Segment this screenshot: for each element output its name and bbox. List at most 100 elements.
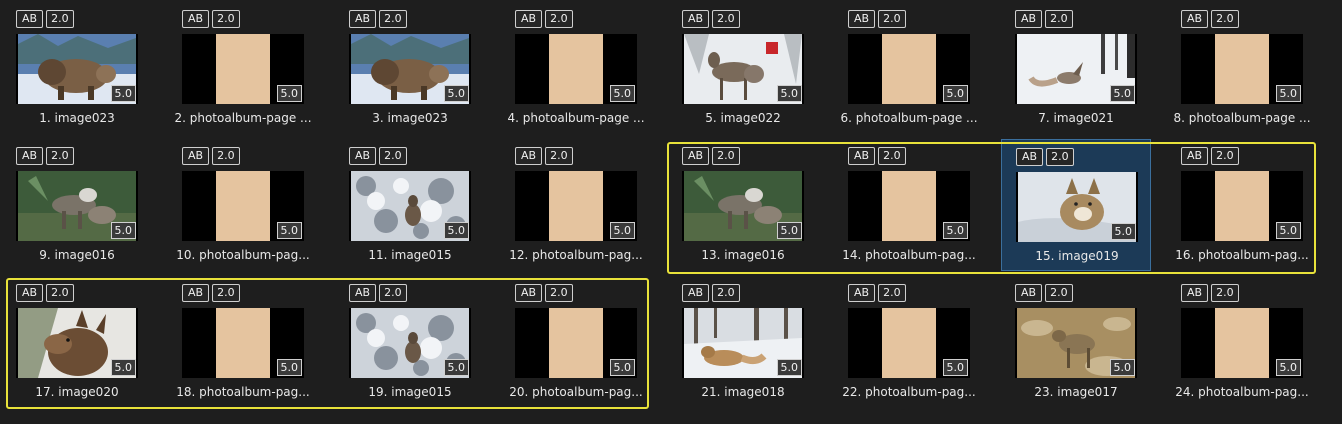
- audio-badge[interactable]: AB: [182, 147, 210, 165]
- storyboard-tile[interactable]: AB 2.0 5.0 8. photoalbum-page ...: [1167, 2, 1317, 134]
- audio-badge[interactable]: AB: [848, 284, 876, 302]
- transition-duration-badge[interactable]: 2.0: [545, 284, 573, 302]
- audio-badge[interactable]: AB: [515, 284, 543, 302]
- storyboard-tile[interactable]: AB 2.0 5.0 23. image017: [1001, 276, 1151, 408]
- slide-duration-badge[interactable]: 5.0: [776, 222, 802, 239]
- slide-duration-badge[interactable]: 5.0: [1110, 223, 1136, 240]
- audio-badge[interactable]: AB: [1016, 148, 1044, 166]
- storyboard-tile[interactable]: AB 2.0 5.0 21. image018: [668, 276, 818, 408]
- slide-duration-badge[interactable]: 5.0: [942, 85, 968, 102]
- transition-duration-badge[interactable]: 2.0: [379, 284, 407, 302]
- audio-badge[interactable]: AB: [682, 147, 710, 165]
- transition-duration-badge[interactable]: 2.0: [46, 147, 74, 165]
- tile-thumbnail[interactable]: 5.0: [682, 34, 804, 104]
- audio-badge[interactable]: AB: [182, 284, 210, 302]
- storyboard-tile[interactable]: AB 2.0 5.0 13. image016: [668, 139, 818, 271]
- slide-duration-badge[interactable]: 5.0: [110, 222, 136, 239]
- audio-badge[interactable]: AB: [16, 147, 44, 165]
- tile-thumbnail[interactable]: 5.0: [515, 171, 637, 241]
- transition-duration-badge[interactable]: 2.0: [1046, 148, 1074, 166]
- slide-duration-badge[interactable]: 5.0: [776, 85, 802, 102]
- tile-thumbnail[interactable]: 5.0: [1181, 308, 1303, 378]
- slide-duration-badge[interactable]: 5.0: [443, 359, 469, 376]
- audio-badge[interactable]: AB: [682, 10, 710, 28]
- transition-duration-badge[interactable]: 2.0: [878, 284, 906, 302]
- slide-duration-badge[interactable]: 5.0: [776, 359, 802, 376]
- slide-duration-badge[interactable]: 5.0: [1109, 85, 1135, 102]
- transition-duration-badge[interactable]: 2.0: [212, 284, 240, 302]
- slide-duration-badge[interactable]: 5.0: [443, 222, 469, 239]
- transition-duration-badge[interactable]: 2.0: [1211, 10, 1239, 28]
- transition-duration-badge[interactable]: 2.0: [46, 284, 74, 302]
- tile-thumbnail[interactable]: 5.0: [182, 171, 304, 241]
- audio-badge[interactable]: AB: [349, 147, 377, 165]
- tile-thumbnail[interactable]: 5.0: [848, 308, 970, 378]
- tile-thumbnail[interactable]: 5.0: [1016, 172, 1138, 242]
- tile-thumbnail[interactable]: 5.0: [1015, 308, 1137, 378]
- tile-thumbnail[interactable]: 5.0: [1181, 171, 1303, 241]
- storyboard-tile[interactable]: AB 2.0 5.0 19. image015: [335, 276, 485, 408]
- slide-duration-badge[interactable]: 5.0: [110, 85, 136, 102]
- transition-duration-badge[interactable]: 2.0: [1045, 284, 1073, 302]
- slide-duration-badge[interactable]: 5.0: [942, 222, 968, 239]
- transition-duration-badge[interactable]: 2.0: [712, 10, 740, 28]
- storyboard-tile[interactable]: AB 2.0 5.0 14. photoalbum-pag...: [834, 139, 984, 271]
- transition-duration-badge[interactable]: 2.0: [1211, 284, 1239, 302]
- slide-duration-badge[interactable]: 5.0: [1275, 85, 1301, 102]
- audio-badge[interactable]: AB: [1181, 284, 1209, 302]
- audio-badge[interactable]: AB: [16, 10, 44, 28]
- tile-thumbnail[interactable]: 5.0: [182, 308, 304, 378]
- slide-duration-badge[interactable]: 5.0: [1275, 222, 1301, 239]
- tile-thumbnail[interactable]: 5.0: [848, 34, 970, 104]
- transition-duration-badge[interactable]: 2.0: [545, 10, 573, 28]
- tile-thumbnail[interactable]: 5.0: [1181, 34, 1303, 104]
- audio-badge[interactable]: AB: [1015, 10, 1043, 28]
- transition-duration-badge[interactable]: 2.0: [46, 10, 74, 28]
- slide-duration-badge[interactable]: 5.0: [110, 359, 136, 376]
- audio-badge[interactable]: AB: [1181, 10, 1209, 28]
- storyboard-tile[interactable]: AB 2.0 5.0 20. photoalbum-pag...: [501, 276, 651, 408]
- tile-thumbnail[interactable]: 5.0: [515, 34, 637, 104]
- transition-duration-badge[interactable]: 2.0: [212, 147, 240, 165]
- storyboard-tile[interactable]: AB 2.0 5.0 15. image019: [1001, 139, 1151, 271]
- tile-thumbnail[interactable]: 5.0: [16, 34, 138, 104]
- slide-duration-badge[interactable]: 5.0: [609, 222, 635, 239]
- tile-thumbnail[interactable]: 5.0: [682, 308, 804, 378]
- slide-duration-badge[interactable]: 5.0: [609, 85, 635, 102]
- slide-duration-badge[interactable]: 5.0: [443, 85, 469, 102]
- slide-duration-badge[interactable]: 5.0: [1109, 359, 1135, 376]
- slide-duration-badge[interactable]: 5.0: [609, 359, 635, 376]
- tile-thumbnail[interactable]: 5.0: [682, 171, 804, 241]
- transition-duration-badge[interactable]: 2.0: [712, 284, 740, 302]
- storyboard-tile[interactable]: AB 2.0 5.0 10. photoalbum-pag...: [168, 139, 318, 271]
- tile-thumbnail[interactable]: 5.0: [1015, 34, 1137, 104]
- storyboard-tile[interactable]: AB 2.0 5.0 7. image021: [1001, 2, 1151, 134]
- audio-badge[interactable]: AB: [349, 10, 377, 28]
- audio-badge[interactable]: AB: [1181, 147, 1209, 165]
- audio-badge[interactable]: AB: [515, 147, 543, 165]
- slide-duration-badge[interactable]: 5.0: [276, 85, 302, 102]
- slide-duration-badge[interactable]: 5.0: [276, 222, 302, 239]
- tile-thumbnail[interactable]: 5.0: [16, 171, 138, 241]
- audio-badge[interactable]: AB: [848, 147, 876, 165]
- slide-duration-badge[interactable]: 5.0: [942, 359, 968, 376]
- storyboard-tile[interactable]: AB 2.0 5.0 11. image015: [335, 139, 485, 271]
- transition-duration-badge[interactable]: 2.0: [1045, 10, 1073, 28]
- audio-badge[interactable]: AB: [682, 284, 710, 302]
- transition-duration-badge[interactable]: 2.0: [878, 147, 906, 165]
- transition-duration-badge[interactable]: 2.0: [212, 10, 240, 28]
- storyboard-tile[interactable]: AB 2.0 5.0 24. photoalbum-pag...: [1167, 276, 1317, 408]
- transition-duration-badge[interactable]: 2.0: [712, 147, 740, 165]
- transition-duration-badge[interactable]: 2.0: [379, 147, 407, 165]
- storyboard-tile[interactable]: AB 2.0 5.0 5. image022: [668, 2, 818, 134]
- storyboard-tile[interactable]: AB 2.0 5.0 2. photoalbum-page ...: [168, 2, 318, 134]
- transition-duration-badge[interactable]: 2.0: [545, 147, 573, 165]
- tile-thumbnail[interactable]: 5.0: [16, 308, 138, 378]
- storyboard-tile[interactable]: AB 2.0 5.0 12. photoalbum-pag...: [501, 139, 651, 271]
- transition-duration-badge[interactable]: 2.0: [878, 10, 906, 28]
- slide-duration-badge[interactable]: 5.0: [1275, 359, 1301, 376]
- storyboard-tile[interactable]: AB 2.0 5.0 18. photoalbum-pag...: [168, 276, 318, 408]
- storyboard-tile[interactable]: AB 2.0 5.0 17. image020: [2, 276, 152, 408]
- storyboard-tile[interactable]: AB 2.0 5.0 6. photoalbum-page ...: [834, 2, 984, 134]
- tile-thumbnail[interactable]: 5.0: [349, 34, 471, 104]
